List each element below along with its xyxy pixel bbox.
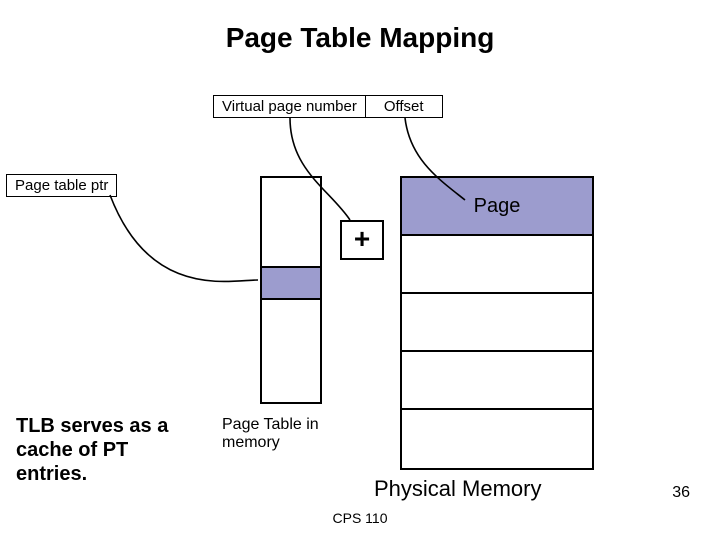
vpn-field: Virtual page number (214, 96, 366, 117)
page-table-caption: Page Table in memory (222, 416, 342, 453)
page-table-ptr-box: Page table ptr (6, 174, 117, 197)
physical-page-frame: Page (402, 178, 592, 236)
physical-frame-empty (402, 352, 592, 410)
page-table-entry (260, 266, 322, 300)
slide-title: Page Table Mapping (0, 22, 720, 54)
tlb-note: TLB serves as a cache of PT entries. (16, 414, 196, 486)
virtual-address-box: Virtual page number Offset (213, 95, 443, 118)
adder-box: + (340, 220, 384, 260)
footer-course: CPS 110 (0, 510, 720, 526)
offset-field: Offset (366, 96, 442, 117)
physical-memory: Page (400, 176, 594, 470)
slide-number: 36 (672, 484, 690, 502)
page-table (260, 176, 322, 404)
physical-memory-caption: Physical Memory (374, 476, 541, 502)
physical-frame-empty (402, 410, 592, 468)
physical-frame-empty (402, 294, 592, 352)
physical-frame-empty (402, 236, 592, 294)
